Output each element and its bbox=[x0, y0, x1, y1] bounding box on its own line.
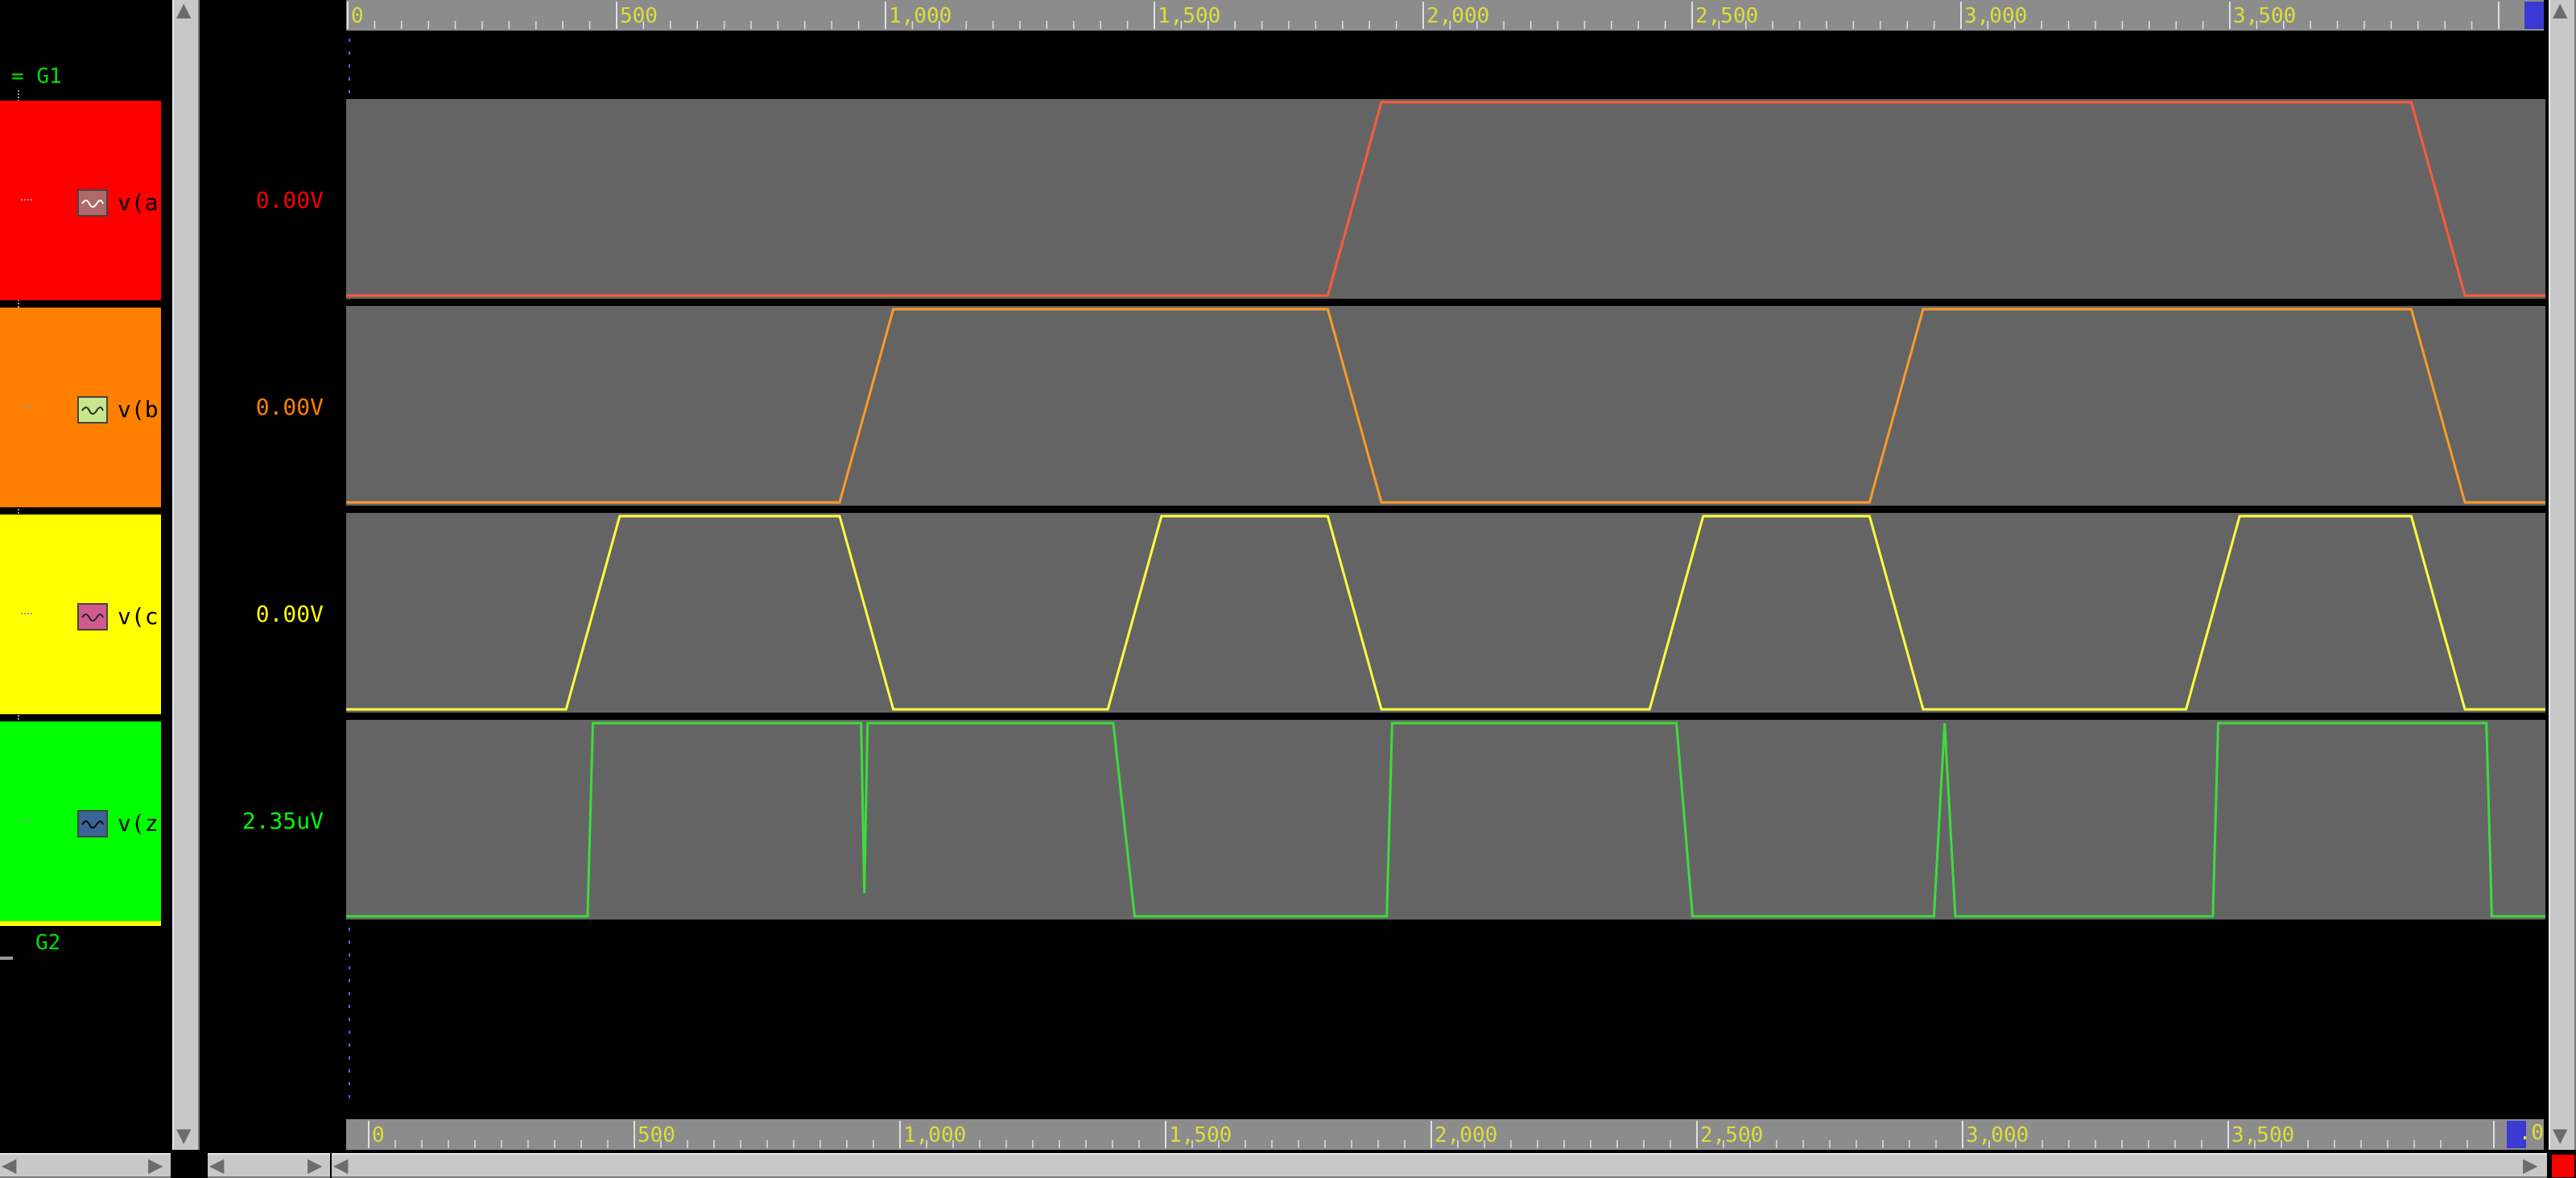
waveform-lane-a[interactable] bbox=[346, 99, 2545, 299]
time-ruler-bottom[interactable]: 0 500 1,000 1,500 2,000 2,500 3,000 3,500 .0 bbox=[346, 1119, 2544, 1150]
scroll-left-icon[interactable]: ◀ bbox=[2, 1155, 16, 1175]
ruler-tick-label: 500 bbox=[620, 4, 658, 28]
ruler-ticks: 0 500 1,000 1,500 2,000 2,500 3,000 3,500 bbox=[347, 2, 2500, 29]
corner-indicator bbox=[2552, 1155, 2574, 1177]
ruler-end-marker[interactable] bbox=[2524, 2, 2544, 29]
plot-hscroll[interactable]: ◀ ▶ bbox=[332, 1153, 2547, 1178]
signal-value-vz: 2.35uV bbox=[242, 808, 324, 834]
ruler-tick-label: 2,000 bbox=[1435, 1123, 1497, 1147]
scroll-right-icon[interactable]: ▶ bbox=[308, 1155, 322, 1175]
scroll-down-icon[interactable]: ▼ bbox=[176, 1126, 191, 1145]
tree-tick bbox=[21, 820, 32, 821]
tree-tick bbox=[21, 613, 32, 614]
signal-list-panel: = G1 v(a v(b v(c v(z G2 bbox=[0, 0, 166, 1151]
ruler-ticks: 0 500 1,000 1,500 2,000 2,500 3,000 3,500 bbox=[368, 1121, 2495, 1148]
group-g2-label[interactable]: G2 bbox=[35, 931, 60, 955]
ruler-tick-label: 1,500 bbox=[1169, 1123, 1232, 1147]
scroll-down-icon[interactable]: ▼ bbox=[2553, 1126, 2567, 1145]
group-marker: = bbox=[11, 64, 24, 89]
ruler-tick-label: 3,500 bbox=[2233, 4, 2296, 28]
ruler-tick-label: 0 bbox=[372, 1123, 385, 1147]
tree-tick bbox=[21, 199, 32, 200]
ruler-tick-label: 3,500 bbox=[2231, 1123, 2294, 1147]
value-panel-hscroll[interactable]: ◀ ▶ bbox=[208, 1153, 330, 1178]
tree-tick bbox=[21, 406, 32, 407]
signal-name: v(b bbox=[118, 396, 159, 423]
ruler-end-label: .0 bbox=[2518, 1121, 2544, 1145]
group-collapse-marker[interactable] bbox=[0, 957, 13, 960]
ruler-tick-label: 0 bbox=[351, 4, 364, 28]
ruler-tick-label: 3,000 bbox=[1964, 4, 2027, 28]
ruler-tick-label: 1,000 bbox=[889, 4, 952, 28]
signal-value-vc: 0.00V bbox=[255, 601, 324, 627]
signal-value-va: 0.00V bbox=[255, 187, 324, 213]
waveform-icon bbox=[77, 810, 108, 837]
scroll-left-icon[interactable]: ◀ bbox=[209, 1155, 224, 1175]
signal-list-hscroll[interactable]: ◀ ▶ bbox=[0, 1153, 171, 1178]
waveform-lane-c[interactable] bbox=[346, 513, 2545, 713]
ruler-tick-label: 3,000 bbox=[1966, 1123, 2029, 1147]
scroll-right-icon[interactable]: ▶ bbox=[148, 1155, 163, 1175]
waveform-lane-b[interactable] bbox=[346, 306, 2545, 506]
ruler-tick-label: 500 bbox=[638, 1123, 675, 1147]
group-name: G2 bbox=[35, 931, 61, 955]
ruler-tick-label: 1,500 bbox=[1158, 4, 1220, 28]
scroll-left-icon[interactable]: ◀ bbox=[333, 1155, 348, 1175]
scroll-up-icon[interactable]: ▲ bbox=[176, 0, 191, 19]
group-g1-label[interactable]: = G1 bbox=[11, 64, 62, 89]
signal-item-vc[interactable]: v(c bbox=[0, 515, 161, 714]
plot-vscroll[interactable]: ▲ ▼ bbox=[2549, 0, 2576, 1150]
time-ruler-top[interactable]: 0 500 1,000 1,500 2,000 2,500 3,000 3,500 bbox=[346, 0, 2544, 31]
signal-item-vb[interactable]: v(b bbox=[0, 308, 161, 507]
scroll-right-icon[interactable]: ▶ bbox=[2523, 1155, 2537, 1175]
signal-value-vb: 0.00V bbox=[255, 394, 324, 420]
group-separator bbox=[0, 921, 161, 926]
ruler-tick-label: 2,500 bbox=[1695, 4, 1758, 28]
signal-list-vscroll[interactable]: ▲ ▼ bbox=[172, 0, 200, 1150]
ruler-tick-label: 1,000 bbox=[903, 1123, 966, 1147]
group-name: G1 bbox=[36, 64, 62, 89]
signal-name: v(a bbox=[118, 189, 159, 216]
waveform-plot[interactable] bbox=[346, 31, 2545, 1119]
waveform-icon bbox=[77, 396, 108, 424]
signal-item-va[interactable]: v(a bbox=[0, 101, 161, 300]
waveform-icon bbox=[77, 189, 108, 217]
signal-name: v(c bbox=[118, 603, 159, 630]
waveform-icon bbox=[77, 603, 108, 630]
ruler-tick-label: 2,500 bbox=[1700, 1123, 1763, 1147]
signal-item-vz[interactable]: v(z bbox=[0, 721, 161, 921]
scroll-up-icon[interactable]: ▲ bbox=[2553, 0, 2567, 19]
ruler-tick-label: 2,000 bbox=[1426, 4, 1489, 28]
value-panel: 0.00V 0.00V 0.00V 2.35uV bbox=[209, 0, 330, 1151]
signal-name: v(z bbox=[118, 810, 159, 837]
